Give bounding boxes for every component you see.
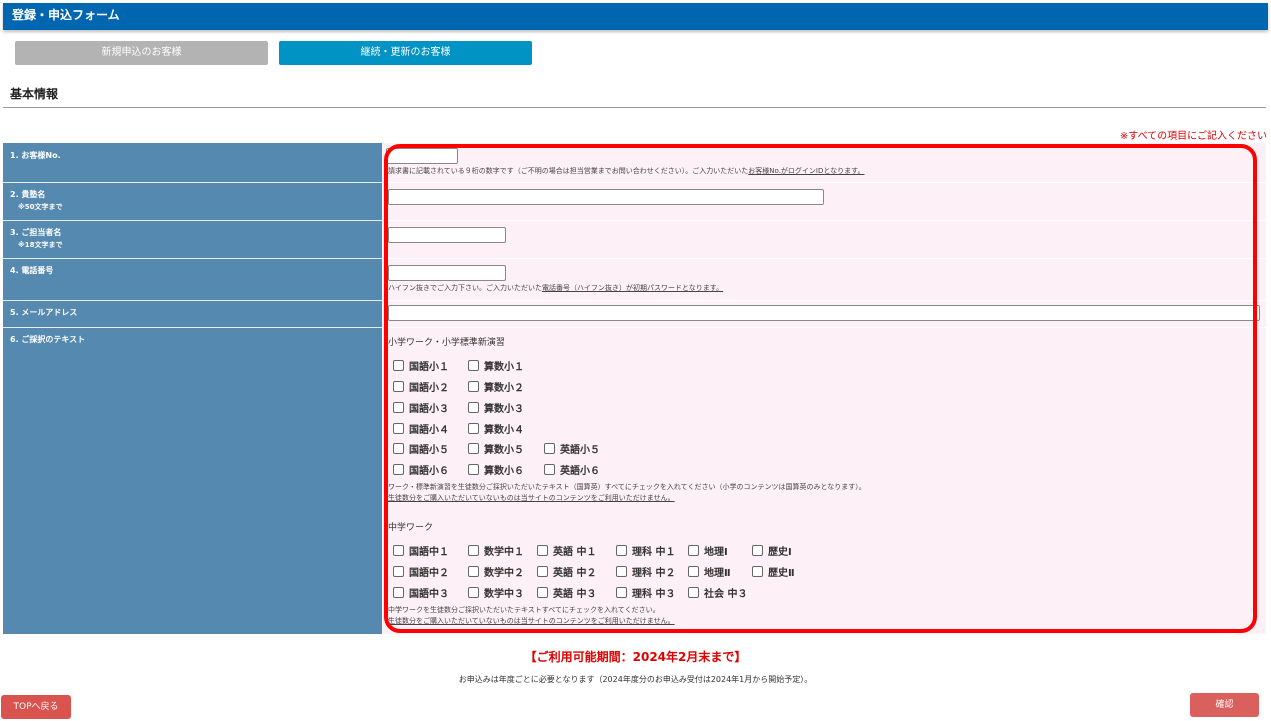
confirm-button[interactable]: 確認 [1190,693,1259,717]
contact-name-limit: ※18文字まで [18,241,63,249]
row-divider [3,258,1266,259]
school-name-limit: ※50文字まで [18,203,63,211]
checkbox-math-e5[interactable]: 算数小５ [468,441,524,456]
checkbox-math-j2[interactable]: 数学中２ [468,564,524,579]
junior-warning: 生徒数分をご購入いただいていないものは当サイトのコンテンツをご利用いただけません… [388,617,675,625]
junior-group-title: 中学ワーク [388,523,434,533]
checkbox-japanese-e3[interactable]: 国語小３ [393,400,449,415]
elementary-warning: 生徒数分をご購入いただいていないものは当サイトのコンテンツをご利用いただけません… [388,494,675,502]
checkbox-math-e4[interactable]: 算数小４ [468,421,524,436]
checkbox-science-j3[interactable]: 理科 中３ [616,585,675,600]
checkbox-english-j2[interactable]: 英語 中２ [537,564,596,579]
customer-no-input[interactable] [386,148,458,164]
checkbox-math-e2[interactable]: 算数小２ [468,379,524,394]
elementary-group-title: 小学ワーク・小学標準新演習 [388,338,505,348]
checkbox-history-1[interactable]: 歴史Ⅰ [752,543,792,558]
checkbox-science-j2[interactable]: 理科 中２ [616,564,675,579]
texts-label: 6. ご採択のテキスト [10,335,86,344]
checkbox-math-e1[interactable]: 算数小１ [468,358,524,373]
checkbox-japanese-j2[interactable]: 国語中２ [393,564,449,579]
checkbox-japanese-e6[interactable]: 国語小６ [393,462,449,477]
checkbox-japanese-e4[interactable]: 国語小４ [393,421,449,436]
contact-name-label: 3. ご担当者名 ※18文字まで [10,226,63,252]
contact-name-input[interactable] [388,227,506,243]
email-input[interactable] [388,305,1260,321]
checkbox-geography-2[interactable]: 地理Ⅱ [688,564,731,579]
form-title-bar: 登録・申込フォーム [3,3,1268,30]
checkbox-english-j1[interactable]: 英語 中１ [537,543,596,558]
school-name-input[interactable] [388,189,824,205]
label-column [3,143,382,634]
phone-note-link: 電話番号（ハイフン抜き）が初期パスワードとなります。 [542,284,724,292]
customer-no-label: 1. お客様No. [10,151,61,160]
renew-customer-button[interactable]: 継続・更新のお客様 [279,41,532,65]
usage-period: 【ご利用可能期間：2024年2月末まで】 [524,650,747,664]
section-title: 基本情報 [10,87,59,101]
elementary-note: ワーク・標準新演習を生徒数分ご採択いただいたテキスト（国算英）すべてにチェックを… [388,483,866,491]
customer-no-note-link: お客様No.がログインIDとなります。 [748,167,865,175]
checkbox-japanese-e2[interactable]: 国語小２ [393,379,449,394]
checkbox-english-e6[interactable]: 英語小６ [544,462,600,477]
phone-label: 4. 電話番号 [10,266,54,275]
email-label: 5. メールアドレス [10,308,78,317]
customer-no-note: 請求書に記載されている９桁の数字です（ご不明の場合は担当営業までお問い合わせくだ… [388,167,865,175]
row-divider [3,327,1266,328]
renewal-note: お申込みは年度ごとに必要となります（2024年度分のお申込み受付は2024年1月… [458,675,813,684]
back-to-top-button[interactable]: TOPへ戻る [1,695,71,719]
checkbox-science-j1[interactable]: 理科 中１ [616,543,675,558]
checkbox-math-j3[interactable]: 数学中３ [468,585,524,600]
section-divider [3,107,1266,108]
school-name-label: 2. 貴塾名 ※50文字まで [10,188,63,214]
checkbox-math-e3[interactable]: 算数小３ [468,400,524,415]
form-title: 登録・申込フォーム [12,8,120,22]
checkbox-math-j1[interactable]: 数学中１ [468,543,524,558]
checkbox-social-j3[interactable]: 社会 中３ [688,585,747,600]
checkbox-history-2[interactable]: 歴史Ⅱ [752,564,795,579]
row-divider [3,220,1266,221]
checkbox-geography-1[interactable]: 地理Ⅰ [688,543,728,558]
row-divider [3,182,1266,183]
checkbox-english-e5[interactable]: 英語小５ [544,441,600,456]
checkbox-japanese-e5[interactable]: 国語小５ [393,441,449,456]
phone-input[interactable] [388,265,506,281]
new-customer-button[interactable]: 新規申込のお客様 [15,41,268,65]
required-note: ※すべての項目にご記入ください [1119,131,1267,142]
phone-note: ハイフン抜きでご入力下さい。ご入力いただいた電話番号（ハイフン抜き）が初期パスワ… [388,284,724,292]
checkbox-english-j3[interactable]: 英語 中３ [537,585,596,600]
junior-note: 中学ワークを生徒数分ご採択いただいたテキストすべてにチェックを入れてください。 [388,606,660,614]
checkbox-japanese-j3[interactable]: 国語中３ [393,585,449,600]
basic-info-form: 1. お客様No. 請求書に記載されている９桁の数字です（ご不明の場合は担当営業… [3,143,1266,634]
checkbox-japanese-e1[interactable]: 国語小１ [393,358,449,373]
checkbox-japanese-j1[interactable]: 国語中１ [393,543,449,558]
checkbox-math-e6[interactable]: 算数小６ [468,462,524,477]
row-divider [3,300,1266,301]
